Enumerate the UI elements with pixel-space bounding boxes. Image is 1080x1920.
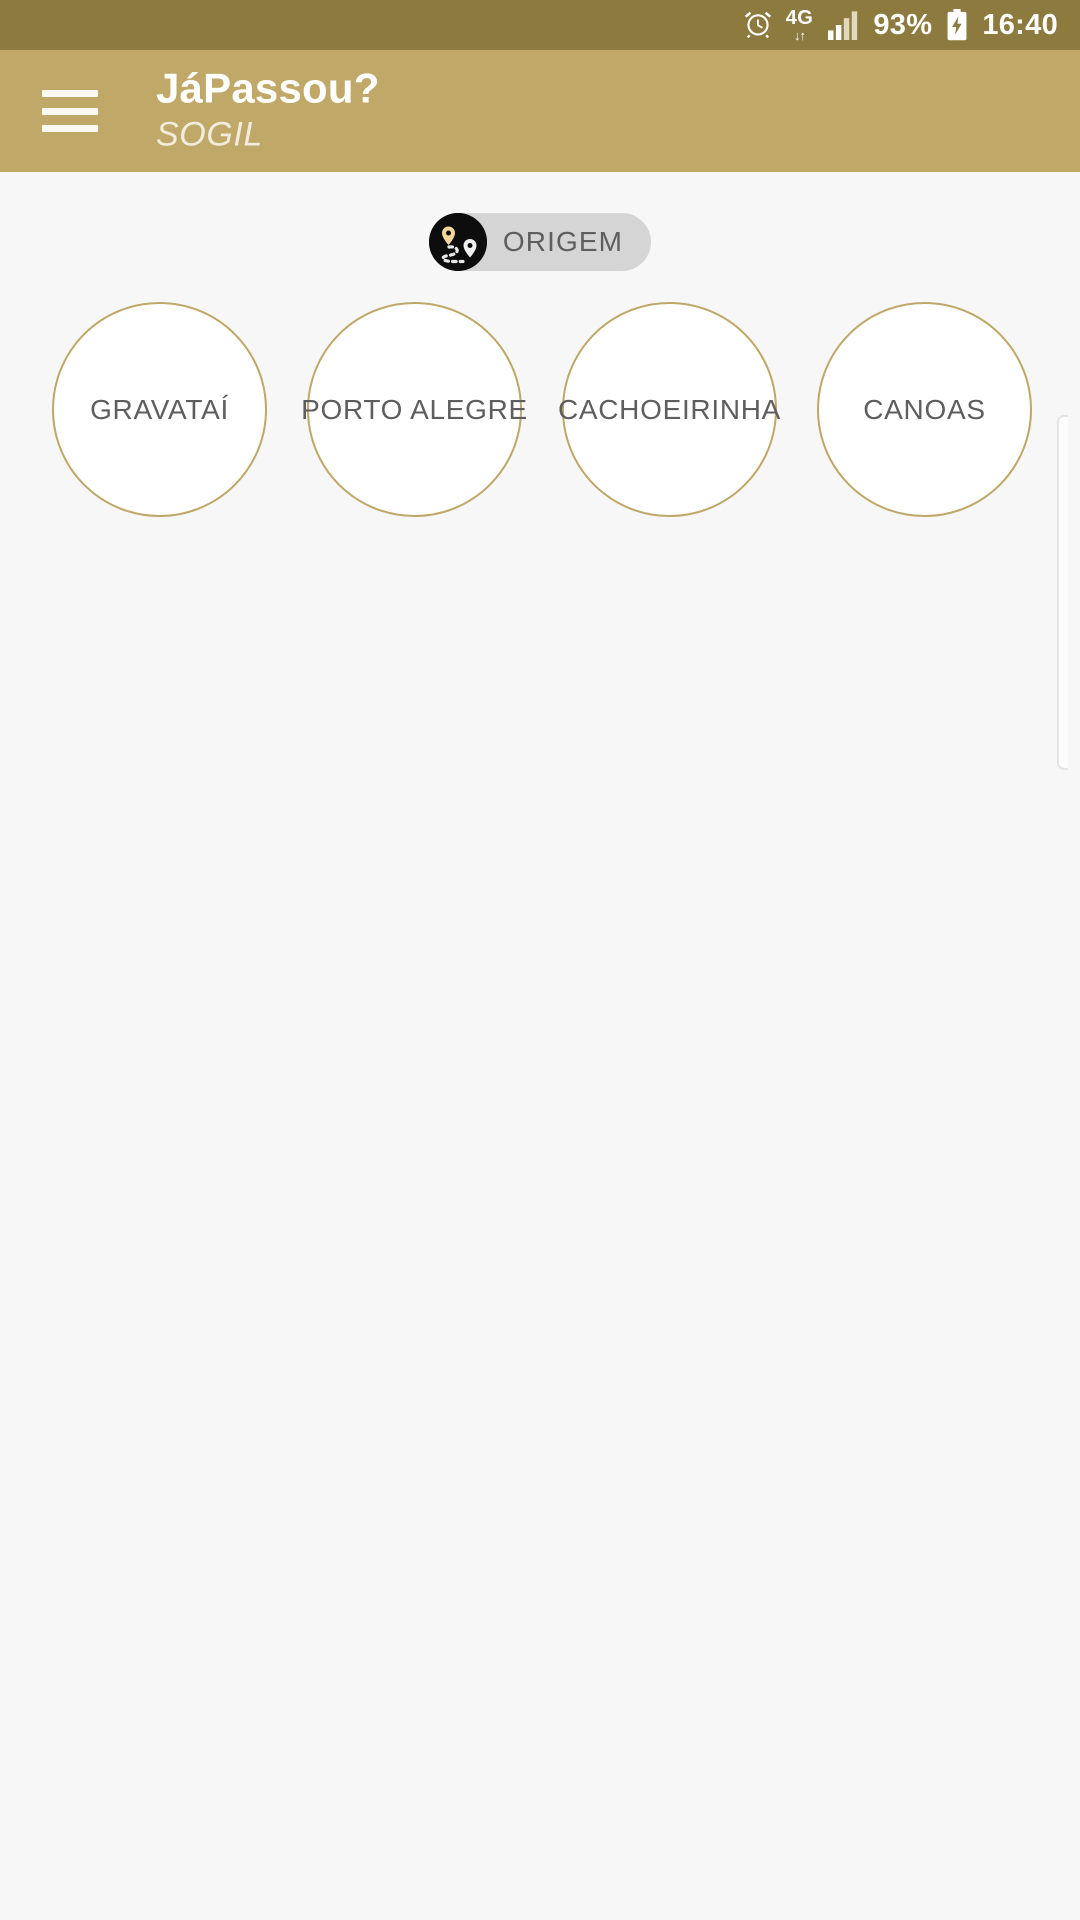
route-pins-icon — [428, 213, 487, 271]
page-title: JáPassou? — [156, 64, 380, 112]
network-type-indicator: 4G ↓↑ — [785, 7, 814, 43]
battery-percent-label: 93% — [873, 8, 933, 41]
data-transfer-arrows-icon: ↓↑ — [794, 28, 806, 43]
city-circle-gravatai[interactable]: GRAVATAÍ — [52, 302, 267, 517]
city-label: PORTO ALEGRE — [301, 393, 528, 425]
city-selector-strip[interactable]: GRAVATAÍ PORTO ALEGRE CACHOEIRINHA CANOA… — [0, 297, 1080, 522]
hamburger-menu-icon[interactable] — [42, 90, 98, 132]
city-label: CANOAS — [863, 393, 986, 425]
city-label: CACHOEIRINHA — [557, 393, 782, 425]
app-bar: JáPassou? SOGIL — [0, 50, 1080, 172]
city-label: GRAVATAÍ — [90, 393, 229, 425]
status-bar: 4G ↓↑ 93% 16:40 — [0, 0, 1080, 50]
city-selector-track: GRAVATAÍ PORTO ALEGRE CACHOEIRINHA CANOA… — [0, 297, 1080, 522]
origem-filter-chip[interactable]: ORIGEM — [428, 213, 652, 271]
clock-label: 16:40 — [982, 8, 1058, 41]
hamburger-bar — [42, 90, 98, 97]
signal-bars-icon — [826, 10, 860, 40]
app-bar-titles: JáPassou? SOGIL — [156, 64, 380, 156]
filter-chip-row: ORIGEM — [0, 213, 1080, 271]
city-circle-canoas[interactable]: CANOAS — [817, 302, 1032, 517]
alarm-clock-icon — [743, 10, 773, 40]
vertical-scrollbar[interactable] — [1057, 415, 1068, 770]
hamburger-bar — [42, 125, 98, 132]
city-circle-porto-alegre[interactable]: PORTO ALEGRE — [301, 302, 527, 517]
city-circle-cachoeirinha[interactable]: CACHOEIRINHA — [558, 302, 780, 517]
battery-charging-icon — [945, 9, 969, 41]
hamburger-bar — [42, 107, 98, 115]
page-subtitle: SOGIL — [156, 115, 263, 154]
origem-chip-label: ORIGEM — [502, 226, 624, 257]
